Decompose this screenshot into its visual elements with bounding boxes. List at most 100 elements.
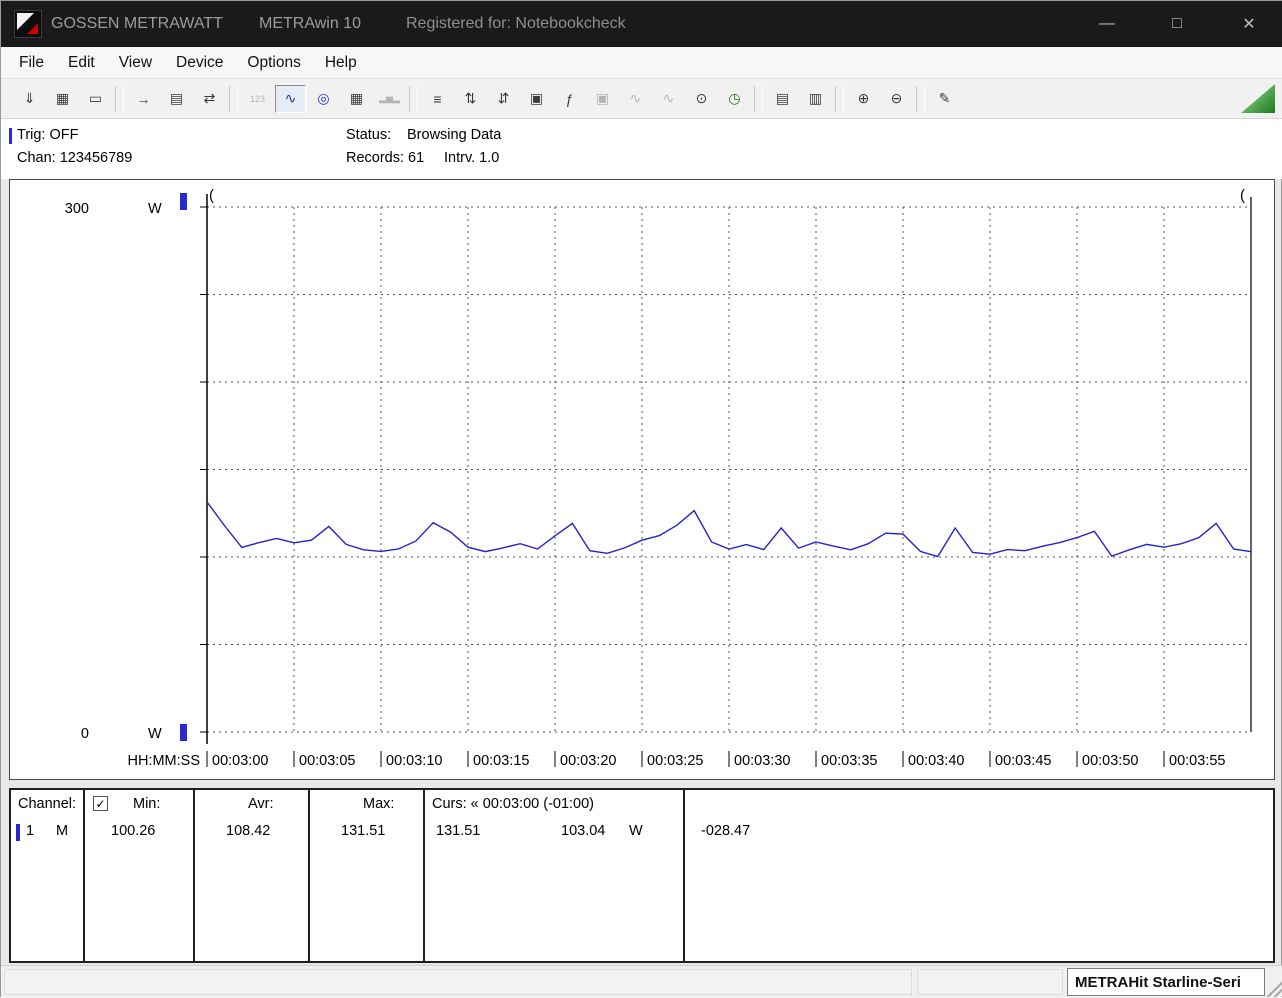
cursor-1-grip[interactable]: (: [209, 187, 214, 204]
column-divider: [423, 790, 425, 961]
toolbar-button-device-settings[interactable]: ≡: [422, 85, 453, 113]
table-view-icon: ▦: [349, 90, 364, 106]
cell-min: 100.26: [111, 823, 156, 839]
cell-cursor1: 131.51: [436, 823, 481, 839]
toolbar-button-card-database[interactable]: ▤: [161, 85, 192, 113]
header-max: Max:: [363, 796, 395, 812]
header-min: Min:: [133, 796, 161, 812]
toolbar-button-open-file[interactable]: ⇓: [14, 85, 45, 113]
column-divider: [308, 790, 310, 961]
cursor-2-grip[interactable]: (: [1240, 187, 1245, 204]
device-settings-icon: ≡: [433, 90, 442, 107]
registration-text: Registered for: Notebookcheck: [406, 15, 626, 32]
toolbar-button-device-program[interactable]: ⇵: [488, 85, 519, 113]
title-bar: GOSSEN METRAWATT METRAwin 10 Registered …: [1, 1, 1282, 47]
y-unit-top: W: [148, 201, 162, 217]
online-monitor-icon: ▣: [595, 90, 610, 106]
trigger-up-icon: ∿: [629, 90, 642, 106]
x-tick-label: 00:03:00: [212, 753, 268, 769]
toolbar-button-timer[interactable]: ◷: [719, 85, 750, 113]
cell-cursor2: 103.04: [561, 823, 606, 839]
toolbar: ⇓ ▦ ▭ → ▤ ⇄ 123 ∿ ◎ ▦ ▂▅▂ ≡ ⇅ ⇵ ▣ ƒ ▣ ∿ ∿ ⊙ ◷ ▤ ▥ ⊕ ⊖ ✎: [1, 79, 1282, 119]
toolbar-button-annotation[interactable]: ✎: [929, 85, 960, 113]
toolbar-button-online-monitor: ▣: [587, 85, 618, 113]
toolbar-button-print-preview[interactable]: ▤: [767, 85, 798, 113]
toolbar-button-zoom-out[interactable]: ⊖: [881, 85, 912, 113]
toolbar-button-zoom-in[interactable]: ⊕: [848, 85, 879, 113]
toolbar-button-trigger-down: ∿: [653, 85, 684, 113]
minimize-button[interactable]: —: [1083, 1, 1131, 47]
cell-max: 131.51: [341, 823, 386, 839]
channel-color-tick: [9, 128, 12, 144]
card-import-icon: →: [136, 90, 151, 107]
menu-item-edit[interactable]: Edit: [56, 49, 107, 77]
cell-unit: W: [629, 823, 643, 839]
cell-avr: 108.42: [226, 823, 271, 839]
card-export-icon: ⇄: [203, 90, 216, 106]
open-folder-icon: ▭: [88, 90, 103, 106]
numeric-view-icon: 123: [249, 93, 266, 104]
menu-item-device[interactable]: Device: [164, 49, 235, 77]
toolbar-button-trigger-up: ∿: [620, 85, 651, 113]
status-bar: METRAHit Starline-Seri: [1, 965, 1282, 998]
interval-value: Intrv. 1.0: [444, 150, 500, 166]
manual-trigger-icon: ⊙: [695, 90, 708, 106]
x-tick-label: 00:03:35: [821, 753, 877, 769]
device-program-icon: ⇵: [497, 90, 510, 106]
toolbar-button-xy-chart-view[interactable]: ◎: [308, 85, 339, 113]
toolbar-button-formula[interactable]: ƒ: [554, 85, 585, 113]
toolbar-button-yt-chart-view[interactable]: ∿: [275, 84, 306, 113]
statusbar-middle-pane: [917, 969, 1063, 995]
status-label: Status:: [346, 127, 392, 143]
close-button[interactable]: ✕: [1225, 1, 1273, 47]
header-channel: Channel:: [18, 796, 77, 812]
x-axis-label: HH:MM:SS: [128, 753, 201, 769]
channel-row-marker: [16, 824, 20, 841]
toolbar-button-card-import[interactable]: →: [128, 85, 159, 113]
toolbar-button-monitor-view[interactable]: ▣: [521, 85, 552, 113]
resize-corner-icon: [1241, 84, 1275, 113]
menu-item-options[interactable]: Options: [235, 49, 312, 77]
cell-channel: 1: [26, 823, 35, 839]
toolbar-button-save-file[interactable]: ▦: [47, 85, 78, 113]
menu-item-help[interactable]: Help: [313, 49, 369, 77]
column-divider: [193, 790, 195, 961]
channel-list: Chan: 123456789: [17, 150, 133, 166]
menu-item-file[interactable]: File: [7, 49, 56, 77]
statusbar-left-pane: [4, 969, 912, 995]
power-chart[interactable]: ((00:03:00 00:03:05 00:03:10 00:03:15 00:03:…: [10, 180, 1274, 779]
maximize-button[interactable]: □: [1153, 1, 1201, 47]
resize-grip[interactable]: [1265, 980, 1282, 997]
toolbar-button-open-folder[interactable]: ▭: [80, 85, 111, 113]
toolbar-button-print[interactable]: ▥: [800, 85, 831, 113]
cell-mode: M: [56, 823, 69, 839]
channel-marker-top: [180, 193, 187, 210]
channel-marker-bottom: [180, 724, 187, 741]
save-file-icon: ▦: [55, 90, 70, 106]
toolbar-separator: [835, 85, 844, 112]
power-trace: [206, 501, 1252, 558]
toolbar-button-manual-trigger[interactable]: ⊙: [686, 85, 717, 113]
chart-panel: ((00:03:00 00:03:05 00:03:10 00:03:15 00:03:…: [9, 179, 1275, 780]
status-value: Browsing Data: [407, 127, 502, 143]
channel-visible-checkbox[interactable]: [93, 796, 108, 811]
trigger-down-icon: ∿: [662, 90, 675, 106]
zoom-out-icon: ⊖: [890, 90, 903, 106]
annotation-icon: ✎: [938, 90, 951, 106]
xy-chart-view-icon: ◎: [317, 90, 330, 106]
toolbar-button-device-read[interactable]: ⇅: [455, 85, 486, 113]
toolbar-button-card-export[interactable]: ⇄: [194, 85, 225, 113]
card-database-icon: ▤: [169, 90, 184, 106]
column-divider: [83, 790, 85, 961]
menu-item-view[interactable]: View: [107, 49, 164, 77]
cell-delta: -028.47: [701, 823, 751, 839]
device-read-icon: ⇅: [464, 90, 477, 106]
y-unit-bottom: W: [148, 726, 162, 742]
x-tick-label: 00:03:05: [299, 753, 355, 769]
open-file-icon: ⇓: [23, 90, 36, 106]
toolbar-button-histogram-view: ▂▅▂: [374, 85, 405, 113]
header-avr: Avr:: [248, 796, 274, 812]
x-tick-label: 00:03:20: [560, 753, 616, 769]
toolbar-button-table-view[interactable]: ▦: [341, 85, 372, 113]
brand-name: GOSSEN METRAWATT: [51, 15, 223, 32]
